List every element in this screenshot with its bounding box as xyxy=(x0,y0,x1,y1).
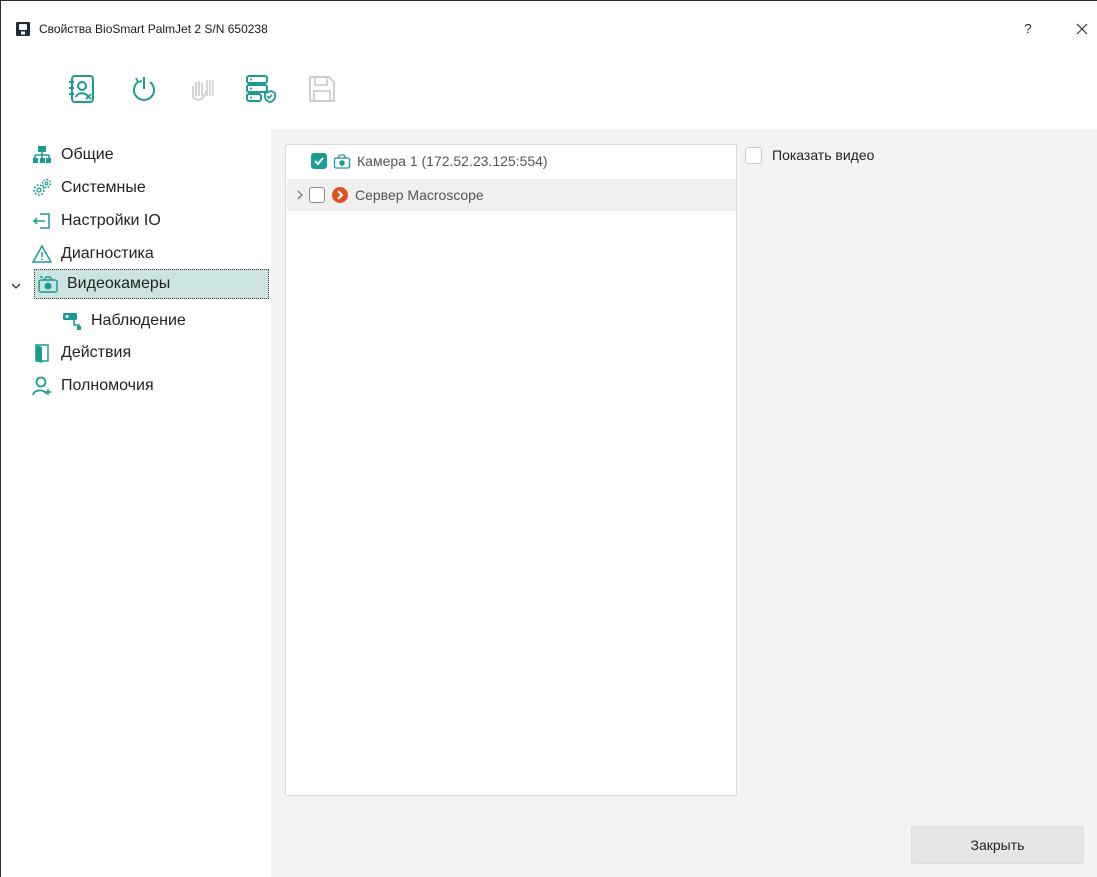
checkmark-icon xyxy=(314,157,324,166)
properties-window: Свойства BioSmart PalmJet 2 S/N 650238 ? xyxy=(0,0,1097,877)
server-settings-button[interactable] xyxy=(243,72,277,106)
sidebar-item-diagnostics[interactable]: Диагностика xyxy=(31,239,154,269)
window-title: Свойства BioSmart PalmJet 2 S/N 650238 xyxy=(39,22,268,36)
user-profile-button[interactable] xyxy=(65,72,99,106)
camera-icon xyxy=(333,152,351,170)
sidebar-item-label: Системные xyxy=(61,179,146,196)
sidebar-item-permissions[interactable]: Полномочия xyxy=(31,371,154,401)
macroscope-server-icon xyxy=(331,186,349,204)
sidebar-item-label: Полномочия xyxy=(61,377,154,394)
close-button[interactable]: Закрыть xyxy=(911,826,1084,864)
save-icon xyxy=(309,76,335,102)
close-icon xyxy=(1076,23,1088,35)
sidebar-item-system[interactable]: Системные xyxy=(31,173,146,203)
add-user-icon xyxy=(31,375,53,397)
restart-button[interactable] xyxy=(127,72,161,106)
macroscope-checkbox[interactable] xyxy=(309,187,325,203)
chevron-down-icon[interactable] xyxy=(9,279,23,293)
save-button[interactable] xyxy=(305,72,339,106)
surveillance-camera-icon xyxy=(61,310,83,332)
sidebar-item-actions[interactable]: Действия xyxy=(31,338,131,368)
title-bar: Свойства BioSmart PalmJet 2 S/N 650238 ? xyxy=(1,1,1097,57)
tree-row-macroscope-server[interactable]: Сервер Macroscope xyxy=(287,179,736,211)
sidebar-item-label: Общие xyxy=(61,146,114,163)
camera-icon xyxy=(37,273,59,295)
show-video-option[interactable]: Показать видео xyxy=(745,145,874,165)
palm-scan-icon xyxy=(192,80,214,101)
close-window-button[interactable] xyxy=(1071,18,1093,40)
door-icon xyxy=(31,342,53,364)
sidebar-item-label: Видеокамеры xyxy=(67,275,171,292)
show-video-label: Показать видео xyxy=(772,147,875,163)
tree-row-label: Сервер Macroscope xyxy=(355,187,484,203)
sidebar-item-general[interactable]: Общие xyxy=(31,140,114,170)
camera-tree[interactable]: Камера 1 (172.52.23.125:554) Сервер Macr… xyxy=(285,144,737,796)
sidebar-item-label: Настройки IO xyxy=(61,212,161,229)
toolbar xyxy=(1,57,1097,129)
user-profile-icon xyxy=(69,75,94,103)
show-video-checkbox[interactable] xyxy=(745,146,762,164)
tree-row-camera[interactable]: Камера 1 (172.52.23.125:554) xyxy=(287,145,736,177)
login-arrow-icon xyxy=(31,210,53,232)
sidebar-item-surveillance[interactable]: Наблюдение xyxy=(61,306,186,336)
server-settings-icon xyxy=(246,75,276,103)
sidebar-item-label: Наблюдение xyxy=(91,312,186,329)
gears-icon xyxy=(31,177,53,199)
network-icon xyxy=(31,144,53,166)
palm-scan-button[interactable] xyxy=(185,72,219,106)
sidebar-item-label: Диагностика xyxy=(61,245,154,262)
warning-icon xyxy=(31,243,53,265)
chevron-right-icon[interactable] xyxy=(293,188,307,202)
help-button[interactable]: ? xyxy=(1017,18,1039,40)
sidebar-item-label: Действия xyxy=(61,344,132,361)
tree-row-label: Камера 1 (172.52.23.125:554) xyxy=(357,153,548,169)
sidebar-item-io-settings[interactable]: Настройки IO xyxy=(31,206,161,236)
app-icon xyxy=(15,21,31,37)
sidebar-item-video-cameras[interactable]: Видеокамеры xyxy=(34,269,269,299)
power-restart-icon xyxy=(133,77,155,101)
camera-checkbox[interactable] xyxy=(311,153,327,169)
